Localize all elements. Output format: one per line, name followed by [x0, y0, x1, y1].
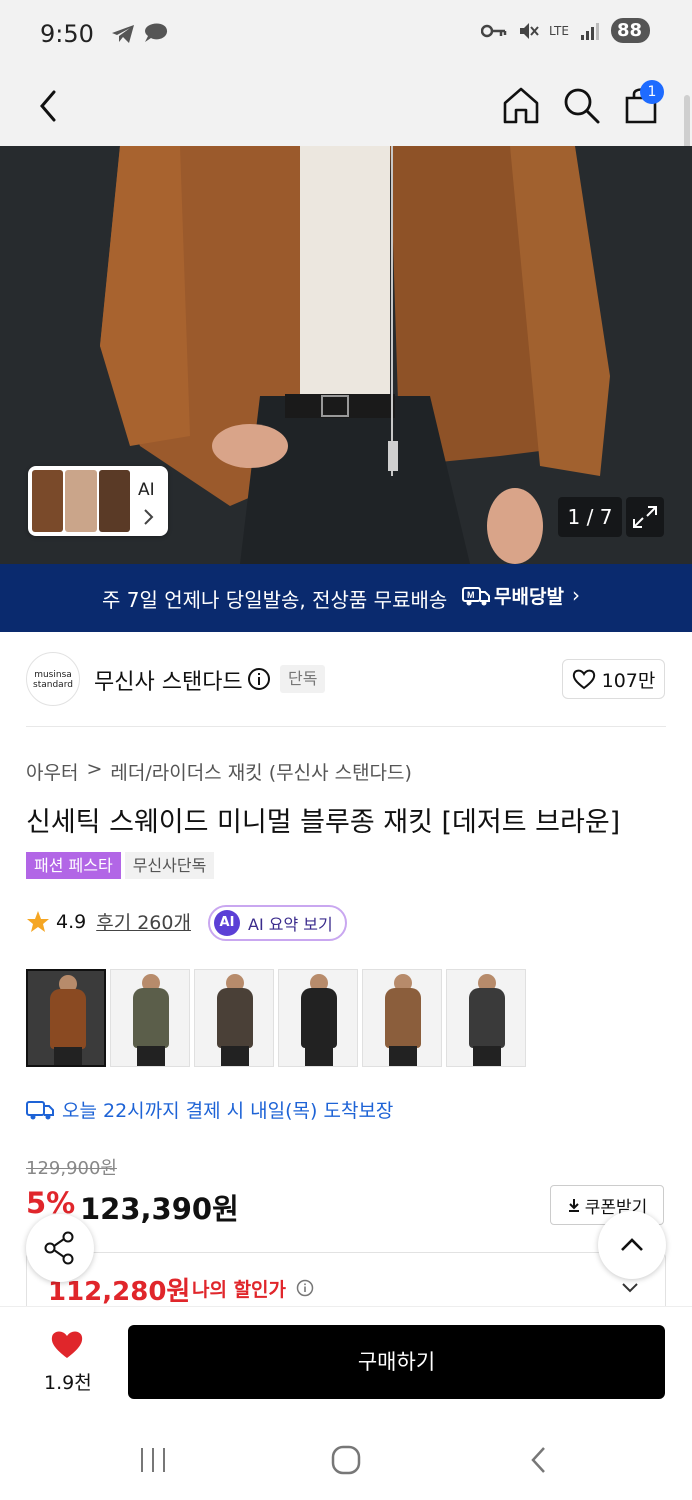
- svg-text:M: M: [467, 590, 475, 600]
- sale-price: 123,390원: [80, 1192, 239, 1226]
- breadcrumb-item[interactable]: 아우터: [26, 758, 78, 785]
- shipping-banner[interactable]: 주 7일 언제나 당일발송, 전상품 무료배송 M 무배당발 ›: [0, 564, 692, 632]
- ai-chip-label: AI: [138, 480, 155, 500]
- android-navigation-bar: [0, 1416, 692, 1500]
- heart-outline-icon: [572, 669, 595, 690]
- my-discount-label: 나의 할인가: [192, 1279, 287, 1301]
- banner-logo: M 무배당발: [462, 582, 564, 609]
- breadcrumb-separator: >: [86, 758, 103, 780]
- rating-value: 4.9: [56, 910, 87, 933]
- key-icon: [480, 24, 507, 37]
- ai-summary-label: AI 요약 보기: [248, 915, 333, 934]
- original-price: 129,900원: [26, 1158, 117, 1179]
- product-tags: 패션 페스타 무신사단독: [26, 852, 215, 879]
- chevron-right-icon: [144, 509, 154, 525]
- reviews-link[interactable]: 후기 260개: [96, 908, 191, 935]
- color-swatch[interactable]: [362, 969, 442, 1067]
- color-swatch[interactable]: [278, 969, 358, 1067]
- star-icon: [27, 910, 49, 932]
- recent-apps-icon[interactable]: [138, 1445, 168, 1475]
- color-swatch[interactable]: [110, 969, 190, 1067]
- buy-button[interactable]: 구매하기: [128, 1325, 665, 1399]
- system-icons: LTE 88: [480, 18, 650, 43]
- tag-fashion-festa: 패션 페스타: [26, 852, 121, 879]
- share-button[interactable]: [26, 1214, 94, 1282]
- ai-badge-icon: AI: [214, 910, 240, 936]
- scroll-to-top-button[interactable]: [598, 1211, 666, 1279]
- chevron-up-icon: [621, 1238, 643, 1251]
- notification-icons: [110, 22, 170, 46]
- color-swatch[interactable]: [26, 969, 106, 1067]
- download-icon: [568, 1199, 579, 1212]
- status-time: 9:50: [40, 20, 94, 48]
- chevron-down-icon[interactable]: [620, 1280, 640, 1296]
- heart-filled-icon[interactable]: [50, 1328, 84, 1360]
- image-counter: 1 / 7: [558, 497, 622, 537]
- expand-button[interactable]: [626, 497, 664, 537]
- delivery-guarantee: 오늘 22시까지 결제 시 내일(목) 도착보장: [26, 1096, 393, 1123]
- cart-count-badge: 1: [640, 80, 664, 104]
- brand-like-count: 107만: [601, 669, 656, 692]
- color-swatches: [26, 969, 526, 1067]
- home-icon[interactable]: [500, 84, 542, 126]
- brand-logo-line2: standard: [33, 680, 73, 690]
- banner-text: 주 7일 언제나 당일발송, 전상품 무료배송: [102, 588, 448, 612]
- divider: [26, 726, 666, 727]
- share-icon: [44, 1231, 74, 1265]
- expand-icon: [633, 506, 657, 528]
- telegram-icon: [112, 25, 134, 43]
- delivery-text: 오늘 22시까지 결제 시 내일(목) 도착보장: [62, 1100, 394, 1122]
- home-button-icon[interactable]: [331, 1445, 361, 1475]
- banner-chevron: ›: [572, 583, 580, 607]
- top-navigation: 1: [0, 70, 692, 146]
- mute-icon: [519, 22, 539, 39]
- banner-logo-text: 무배당발: [494, 586, 564, 608]
- brand-logo-line1: musinsa: [34, 670, 72, 680]
- battery-level: 88: [610, 18, 650, 43]
- status-bar: 9:50 LTE 88: [0, 0, 692, 70]
- brand-like-button[interactable]: 107만: [562, 659, 665, 699]
- exclusive-badge: 단독: [280, 665, 326, 693]
- back-arrow-icon[interactable]: [30, 86, 70, 126]
- back-nav-icon[interactable]: [525, 1445, 555, 1475]
- color-swatch[interactable]: [446, 969, 526, 1067]
- network-type: LTE: [548, 23, 569, 38]
- brand-name[interactable]: 무신사 스탠다드: [94, 664, 243, 696]
- search-icon[interactable]: [560, 84, 602, 126]
- delivery-truck-icon: M: [462, 586, 490, 605]
- product-title: 신세틱 스웨이드 미니멀 블루종 재킷 [데저트 브라운]: [26, 807, 621, 838]
- ai-chip-thumbnails: [32, 470, 130, 532]
- info-icon[interactable]: [247, 667, 271, 691]
- breadcrumb-item[interactable]: 레더/라이더스 재킷 (무신사 스탠다드): [110, 758, 412, 785]
- tag-musinsa-exclusive: 무신사단독: [124, 852, 215, 879]
- rating-row: 4.9 후기 260개: [26, 908, 191, 935]
- ai-styling-chip[interactable]: AI: [28, 466, 168, 536]
- breadcrumb: 아우터 > 레더/라이더스 재킷 (무신사 스탠다드): [26, 758, 412, 785]
- ai-summary-button[interactable]: AI AI 요약 보기: [208, 905, 347, 941]
- brand-logo[interactable]: musinsa standard: [26, 652, 80, 706]
- product-like-count: 1.9천: [44, 1372, 92, 1394]
- color-swatch[interactable]: [194, 969, 274, 1067]
- delivery-truck-icon: [26, 1100, 54, 1119]
- signal-icon: [580, 22, 599, 40]
- chat-bubble-icon: [145, 23, 168, 42]
- info-icon[interactable]: [296, 1279, 314, 1297]
